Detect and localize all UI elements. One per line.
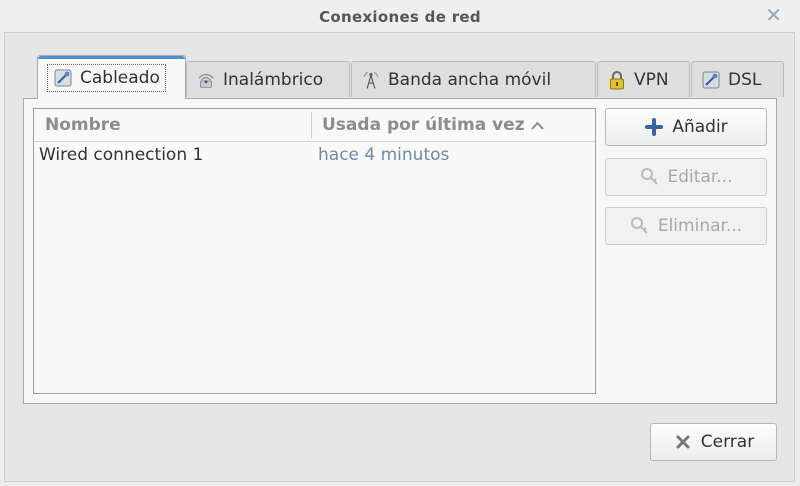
lock-icon — [607, 70, 627, 90]
edit-button-label: Editar... — [667, 167, 733, 187]
tab-vpn[interactable]: VPN — [597, 61, 690, 97]
key-icon — [630, 216, 650, 236]
tab-mobile-broadband[interactable]: Banda ancha móvil — [351, 61, 596, 97]
tab-label: Banda ancha móvil — [388, 69, 552, 90]
column-header-last-used-label: Usada por última vez — [322, 115, 525, 135]
close-button[interactable]: Cerrar — [650, 423, 777, 461]
dsl-icon — [701, 70, 721, 90]
list-item[interactable]: Wired connection 1 hace 4 minutos — [34, 142, 595, 168]
connection-last-used: hace 4 minutos — [318, 145, 450, 165]
edit-button[interactable]: Editar... — [605, 158, 767, 196]
delete-button[interactable]: Eliminar... — [605, 207, 767, 245]
column-header-name[interactable]: Nombre — [45, 109, 307, 141]
wireless-icon — [196, 70, 216, 90]
column-separator — [311, 112, 312, 138]
key-icon — [640, 167, 660, 187]
add-button[interactable]: Añadir — [605, 108, 767, 146]
add-button-label: Añadir — [672, 117, 728, 137]
close-icon — [673, 432, 693, 452]
close-button-label: Cerrar — [700, 432, 755, 452]
list-header: Nombre Usada por última vez — [34, 109, 595, 142]
tab-label: Cableado — [80, 67, 160, 88]
sort-ascending-icon — [530, 110, 544, 142]
antenna-icon — [361, 70, 381, 90]
connection-name: Wired connection 1 — [39, 145, 204, 165]
title-bar: Conexiones de red ✕ — [0, 0, 800, 32]
wired-icon — [53, 68, 73, 88]
delete-button-label: Eliminar... — [657, 216, 743, 236]
tab-label: VPN — [634, 69, 669, 90]
window-title: Conexiones de red — [319, 8, 481, 26]
connections-list[interactable]: Nombre Usada por última vez Wired connec… — [33, 108, 596, 394]
tab-label: Inalámbrico — [223, 69, 324, 90]
plus-icon — [644, 117, 664, 137]
tab-focus-ring: Cableado — [47, 63, 166, 92]
tab-dsl[interactable]: DSL — [691, 61, 784, 97]
tab-wireless[interactable]: Inalámbrico — [186, 61, 350, 97]
tab-wired[interactable]: Cableado — [37, 55, 186, 99]
window-close-icon[interactable]: ✕ — [765, 3, 782, 27]
tab-label: DSL — [728, 69, 762, 90]
column-header-last-used[interactable]: Usada por última vez — [322, 109, 590, 141]
